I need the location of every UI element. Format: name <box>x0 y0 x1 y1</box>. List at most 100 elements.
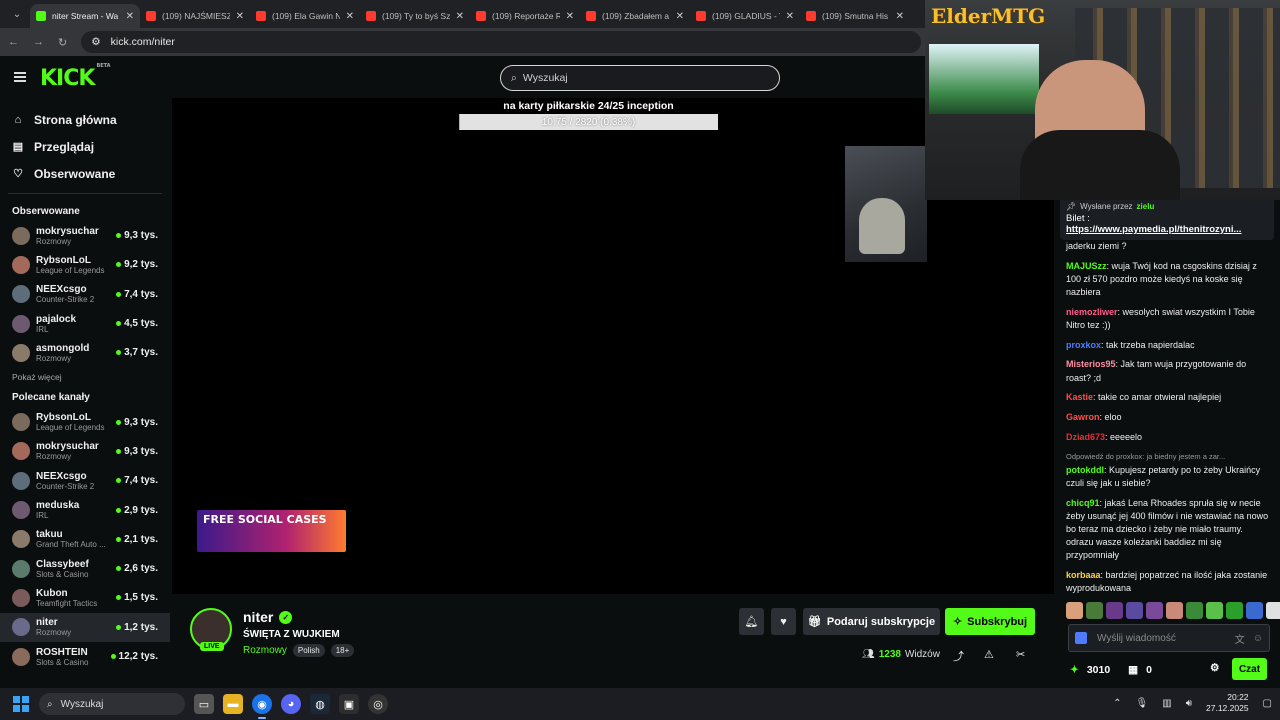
channel-item[interactable]: ROSHTEIN Slots & Casino 12,2 tys. <box>0 642 170 671</box>
settings-icon[interactable]: ⚙ <box>1210 662 1219 674</box>
channel-item[interactable]: NEEXcsgo Counter-Strike 2 7,4 tys. <box>0 280 170 309</box>
back-icon[interactable]: ← <box>8 36 19 48</box>
chat-input[interactable]: Wyślij wiadomość 文 ☺ <box>1068 624 1270 652</box>
task-view-icon[interactable]: ▭ <box>194 694 214 714</box>
close-tab-icon[interactable]: ✕ <box>566 11 574 22</box>
promo-banner[interactable]: FREE SOCIAL CASES <box>197 510 346 552</box>
close-tab-icon[interactable]: ✕ <box>346 11 354 22</box>
taskbar-search[interactable]: ⌕ Wyszukaj <box>39 693 185 715</box>
stream-tag[interactable]: 18+ <box>330 644 355 657</box>
notifications-icon[interactable]: ▢ <box>1263 698 1272 709</box>
network-icon[interactable]: ▥ <box>1162 698 1171 709</box>
chat-username[interactable]: Dziad673 <box>1066 432 1105 442</box>
chat-username[interactable]: Gawron <box>1066 412 1100 422</box>
tickets-value[interactable]: 0 <box>1146 664 1152 676</box>
volume-icon[interactable]: 🔊︎ <box>1186 698 1192 709</box>
kick-logo[interactable]: KICKBETA <box>40 63 111 91</box>
microphone-icon[interactable]: 🎙︎ <box>1136 698 1149 709</box>
windows-start-icon[interactable] <box>13 696 29 712</box>
close-tab-icon[interactable]: ✕ <box>126 11 134 22</box>
browser-tab[interactable]: (109) GLADIUS - Y ✕ <box>690 4 800 28</box>
app-icon[interactable]: ▣ <box>339 694 359 714</box>
channel-item[interactable]: Kubon Teamfight Tactics 1,5 tys. <box>0 583 170 612</box>
chrome-icon[interactable]: ◉ <box>252 694 272 719</box>
tab-list-chevron-icon[interactable]: ⌄ <box>4 0 30 28</box>
close-tab-icon[interactable]: ✕ <box>236 11 244 22</box>
channel-item[interactable]: meduska IRL 2,9 tys. <box>0 495 170 524</box>
clock[interactable]: 20:22 27.12.2025 <box>1206 692 1249 714</box>
browser-tab[interactable]: (109) Ela Gawin N ✕ <box>250 4 360 28</box>
channel-item[interactable]: asmongold Rozmowy 3,7 tys. <box>0 338 170 367</box>
channel-item[interactable]: RybsonLoL League of Legends 9,3 tys. <box>0 407 170 436</box>
gift-subscription-button[interactable]: 🎁︎ Podaruj subskrypcje <box>803 608 940 635</box>
emote-icon[interactable] <box>1246 602 1263 619</box>
share-icon[interactable]: ⤴ <box>953 648 964 664</box>
video-player[interactable]: na karty piłkarskie 24/25 inception 10.7… <box>172 98 1054 594</box>
clip-icon[interactable]: ✂ <box>1016 648 1025 661</box>
browser-tab[interactable]: (109) Smutna His ✕ <box>800 4 910 28</box>
pinned-link[interactable]: https://www.paymedia.pl/thenitrozyni... <box>1066 224 1268 235</box>
steam-icon[interactable]: ◍ <box>310 694 330 714</box>
translate-icon[interactable]: 文 <box>1235 631 1245 646</box>
obs-icon[interactable]: ◎ <box>368 694 388 714</box>
streamer-name[interactable]: niter <box>243 609 273 625</box>
chat-username[interactable]: Misterios95 <box>1066 359 1116 369</box>
chat-username[interactable]: niemozliwer <box>1066 307 1118 317</box>
browser-tab[interactable]: (109) NAJŚMIESZ ✕ <box>140 4 250 28</box>
stream-category[interactable]: Rozmowy <box>243 645 287 656</box>
emote-icon[interactable] <box>1066 602 1083 619</box>
site-info-icon[interactable]: ⚙ <box>91 36 100 48</box>
channel-item[interactable]: pajalock IRL 4,5 tys. <box>0 309 170 338</box>
pinned-by-user[interactable]: zielu <box>1137 202 1155 211</box>
pinned-message[interactable]: 📌︎ Wysłane przez zielu Bilet : https://www… <box>1060 200 1274 240</box>
chat-username[interactable]: potokddl <box>1066 465 1104 475</box>
emote-icon[interactable] <box>1146 602 1163 619</box>
emote-icon[interactable] <box>1206 602 1223 619</box>
chat-username[interactable]: chicq91 <box>1066 498 1100 508</box>
chat-username[interactable]: MAJUSzz <box>1066 261 1107 271</box>
browser-tab[interactable]: (109) Zbadałem a ✕ <box>580 4 690 28</box>
report-icon[interactable]: ⚠ <box>984 648 994 661</box>
channel-item[interactable]: takuu Grand Theft Auto ... 2,1 tys. <box>0 525 170 554</box>
file-explorer-icon[interactable]: ▬ <box>223 694 243 714</box>
channel-item[interactable]: Classybeef Slots & Casino 2,6 tys. <box>0 554 170 583</box>
channel-item[interactable]: RybsonLoL League of Legends 9,2 tys. <box>0 250 170 279</box>
discord-icon[interactable]: ◕ <box>281 694 301 714</box>
stream-tag[interactable]: Polish <box>292 644 325 657</box>
chat-username[interactable]: korbaaa <box>1066 570 1101 580</box>
notification-bell-button[interactable]: 🔔︎ <box>739 608 764 635</box>
nav-browse[interactable]: ▤ Przeglądaj <box>0 133 170 160</box>
points-value[interactable]: 3010 <box>1087 664 1110 676</box>
browser-tab[interactable]: (109) Reportaże R ✕ <box>470 4 580 28</box>
reply-context[interactable]: Odpowiedź do proxkox: ja biedny jestem a… <box>1066 450 1272 463</box>
chat-username[interactable]: proxkox <box>1066 340 1101 350</box>
follow-button[interactable]: ♥ <box>771 608 796 635</box>
emote-icon[interactable] <box>1166 602 1183 619</box>
address-bar[interactable]: ⚙ kick.com/niter <box>81 31 922 53</box>
channel-item[interactable]: mokrysuchar Rozmowy 9,3 tys. <box>0 221 170 250</box>
chat-send-button[interactable]: Czat <box>1232 658 1267 680</box>
emote-icon[interactable] <box>1086 602 1103 619</box>
forward-icon[interactable]: → <box>33 36 44 48</box>
channel-item[interactable]: niter Rozmowy 1,2 tys. <box>0 612 170 642</box>
browser-tab[interactable]: niter Stream - Wa ✕ <box>30 4 140 28</box>
emoji-icon[interactable]: ☺ <box>1253 633 1263 644</box>
tray-overflow-icon[interactable]: ⌃ <box>1113 698 1121 709</box>
search-input[interactable]: ⌕ Wyszukaj <box>500 65 780 91</box>
browser-tab[interactable]: (109) Ty to byś Sz ✕ <box>360 4 470 28</box>
reload-icon[interactable]: ↻ <box>58 36 67 49</box>
menu-icon[interactable] <box>14 72 26 82</box>
close-tab-icon[interactable]: ✕ <box>456 11 464 22</box>
nav-following[interactable]: ♡ Obserwowane <box>0 160 170 187</box>
channel-item[interactable]: NEEXcsgo Counter-Strike 2 7,4 tys. <box>0 466 170 495</box>
emote-icon[interactable] <box>1266 602 1280 619</box>
nav-home[interactable]: ⌂ Strona główna <box>0 106 170 133</box>
channel-item[interactable]: mokrysuchar Rozmowy 9,3 tys. <box>0 437 170 466</box>
emote-icon[interactable] <box>1186 602 1203 619</box>
emote-icon[interactable] <box>1126 602 1143 619</box>
close-tab-icon[interactable]: ✕ <box>896 11 904 22</box>
show-more-link[interactable]: Pokaż więcej <box>0 367 170 388</box>
close-tab-icon[interactable]: ✕ <box>786 11 794 22</box>
emote-icon[interactable] <box>1226 602 1243 619</box>
subscribe-button[interactable]: ✧ Subskrybuj <box>945 608 1035 635</box>
